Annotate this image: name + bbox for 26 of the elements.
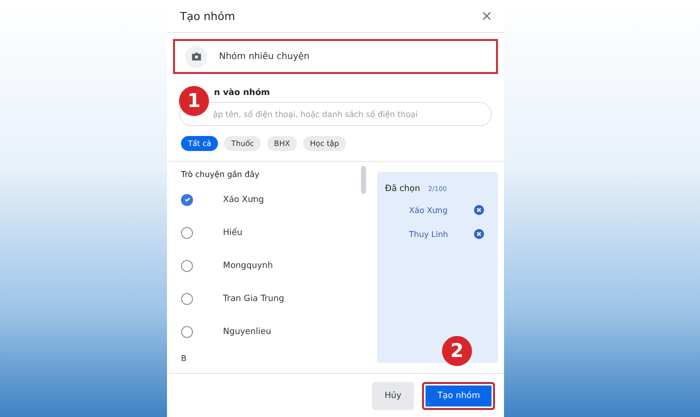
select-checkbox[interactable]: [181, 260, 193, 272]
camera-icon[interactable]: [185, 46, 207, 68]
cancel-button[interactable]: Hủy: [372, 382, 414, 410]
section-letter: B: [181, 354, 188, 363]
remove-icon[interactable]: [474, 229, 484, 239]
create-button[interactable]: Tạo nhóm: [422, 382, 495, 410]
selected-name: Xáo Xưng: [409, 206, 448, 214]
select-checkbox[interactable]: [181, 194, 193, 206]
dialog-title: Tạo nhóm: [180, 10, 236, 22]
remove-icon[interactable]: [474, 205, 484, 215]
close-button[interactable]: ×: [481, 7, 492, 25]
section-heading: Trò chuyện gần đây: [181, 170, 260, 179]
contact-name: Mongquynh: [223, 260, 273, 270]
step-badge: 1: [179, 86, 209, 116]
scrollbar[interactable]: [361, 166, 366, 194]
contact-name: Hiếu: [223, 228, 242, 238]
select-checkbox[interactable]: [181, 292, 193, 304]
contact-name: Xáo Xưng: [223, 194, 264, 204]
select-checkbox[interactable]: [181, 326, 193, 338]
add-members-label: n vào nhóm: [214, 88, 271, 98]
check-icon: [184, 196, 190, 203]
selected-name: Thuy Linh: [409, 230, 448, 238]
contact-name: Nguyenlieu: [223, 326, 272, 336]
select-checkbox[interactable]: [181, 226, 193, 238]
panel-title: Đã chọn: [385, 184, 420, 194]
contact-name: Tran Gia Trung: [223, 294, 284, 304]
